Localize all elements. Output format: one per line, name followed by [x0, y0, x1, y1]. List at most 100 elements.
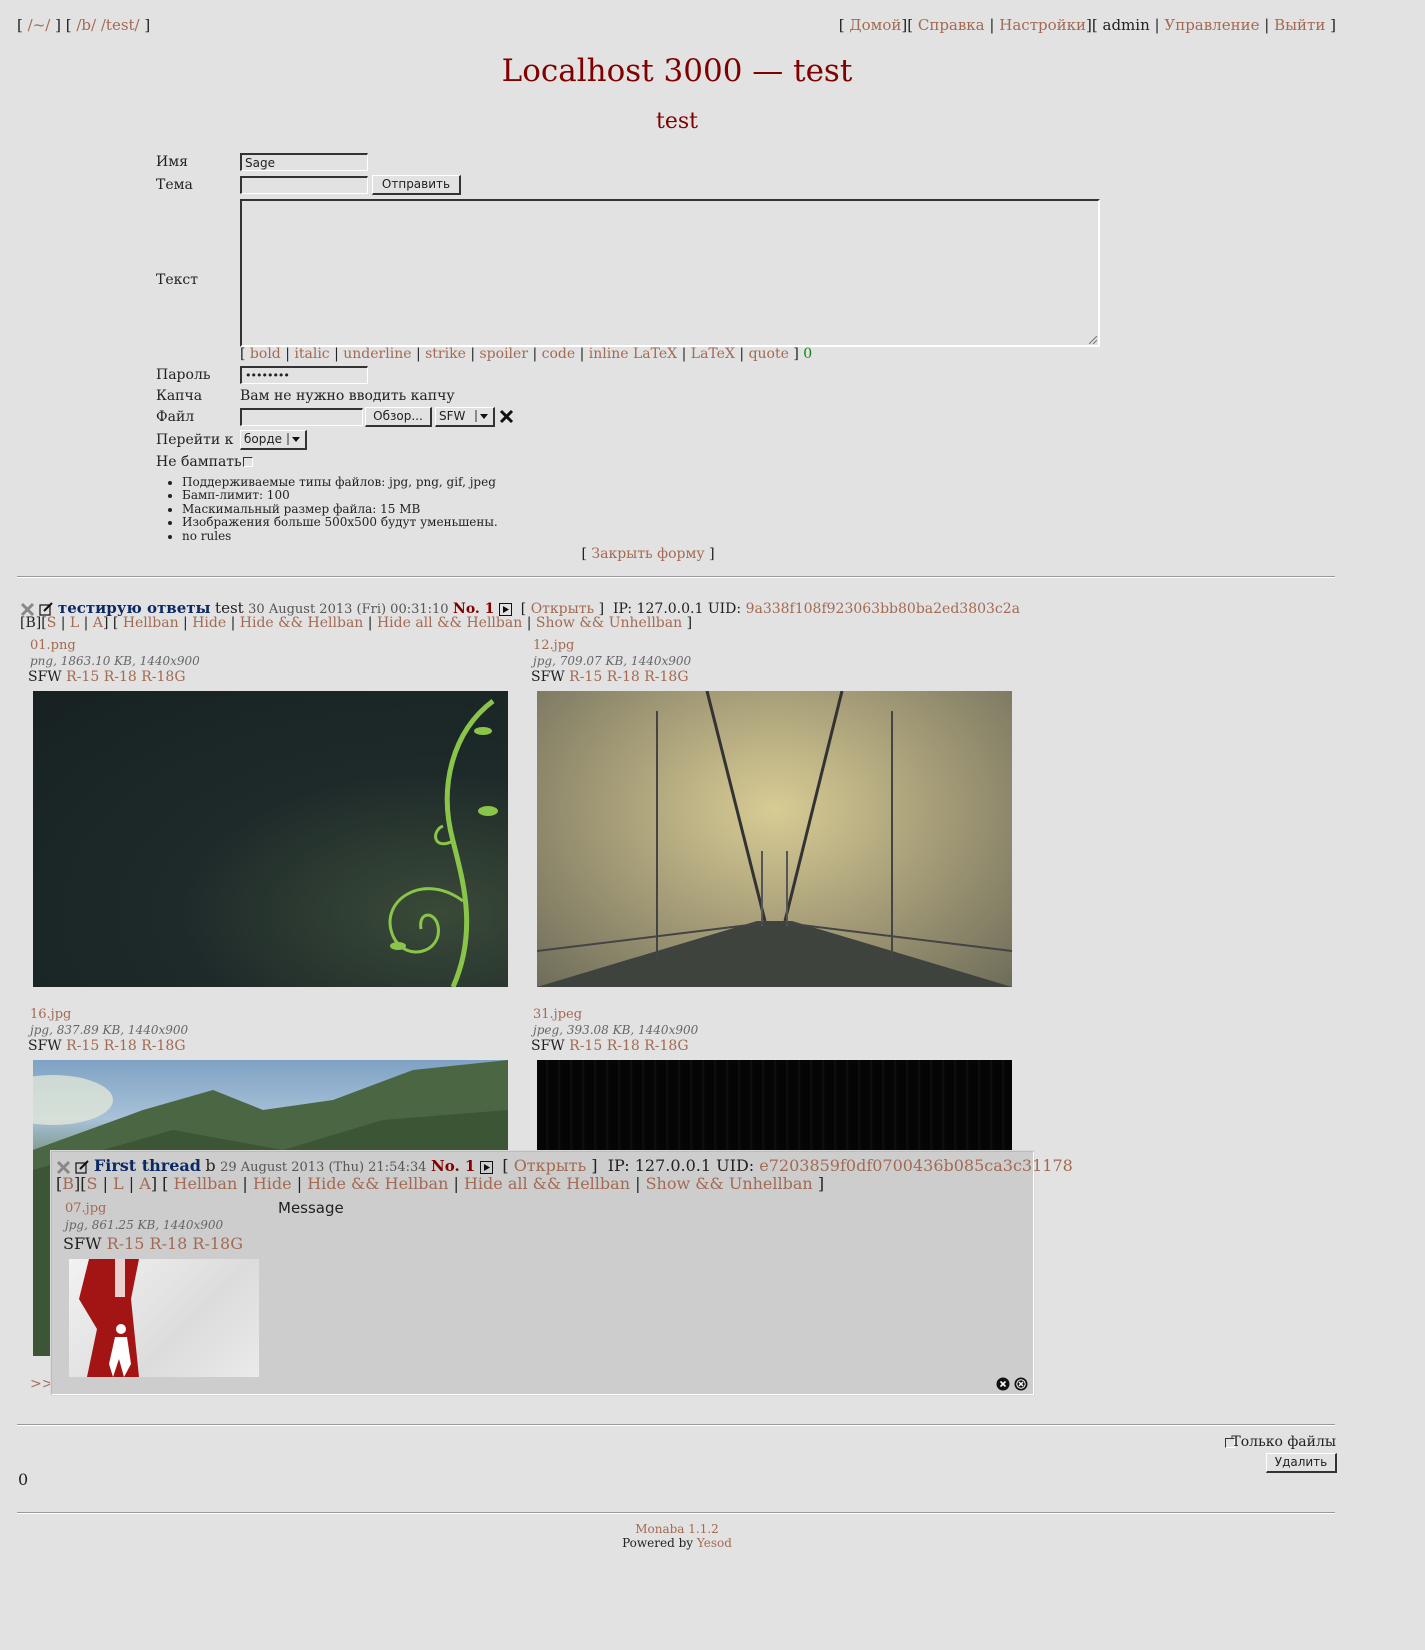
hide-all-hellban-link[interactable]: Hide all && Hellban [464, 1174, 630, 1193]
separator: | [739, 346, 745, 362]
markup-code-link[interactable]: code [542, 346, 576, 362]
rating-r18g-link[interactable]: R-18G [644, 669, 688, 685]
autosage-link[interactable]: A [139, 1174, 151, 1193]
nav-root-link[interactable]: /~/ [28, 16, 51, 34]
rating-select[interactable]: SFW [435, 407, 495, 427]
rating-r18g-link[interactable]: R-18G [141, 669, 185, 685]
rating-r18-link[interactable]: R-18 [104, 669, 137, 685]
ban-link[interactable]: B [25, 615, 35, 631]
delete-button[interactable]: Удалить [1266, 1453, 1337, 1473]
clear-file-icon[interactable] [499, 409, 514, 424]
separator: | [579, 346, 585, 362]
rating-r18-link[interactable]: R-18 [150, 1234, 188, 1253]
rating-r18-link[interactable]: R-18 [607, 669, 640, 685]
autosage-link[interactable]: A [93, 615, 103, 631]
engine-link[interactable]: Monaba 1.1.2 [635, 1522, 719, 1536]
nav-manage-link[interactable]: Управление [1164, 16, 1259, 34]
post-uid-link[interactable]: 9a338f108f923063bb80ba2ed3803c2a [746, 601, 1020, 617]
markup-underline-link[interactable]: underline [343, 346, 411, 362]
file-rating: SFW R-15 R-18 R-18G [63, 1234, 243, 1253]
rating-r15-link[interactable]: R-15 [569, 669, 602, 685]
file-name-link[interactable]: 31.jpeg [533, 1007, 582, 1022]
file-name-link[interactable]: 07.jpg [65, 1201, 106, 1216]
play-icon[interactable] [479, 1160, 493, 1174]
nav-test-link[interactable]: /test/ [101, 16, 140, 34]
hide-hellban-link[interactable]: Hide && Hellban [307, 1174, 448, 1193]
rating-r18-link[interactable]: R-18 [104, 1038, 137, 1054]
rating-r15-link[interactable]: R-15 [569, 1038, 602, 1054]
close-all-icon[interactable] [1014, 1377, 1028, 1391]
hellban-link[interactable]: Hellban [123, 615, 179, 631]
show-unhellban-link[interactable]: Show && Unhellban [646, 1174, 813, 1193]
edit-post-icon[interactable] [39, 602, 54, 616]
subject-field[interactable] [240, 176, 368, 194]
markup-latex-link[interactable]: LaTeX [691, 346, 735, 362]
chevron-down-icon [287, 433, 300, 445]
password-field[interactable]: •••••••• [240, 366, 368, 384]
browse-button[interactable]: Обзор... [365, 407, 432, 427]
hide-link[interactable]: Hide [192, 615, 226, 631]
nobump-checkbox[interactable] [243, 457, 253, 467]
rating-r15-link[interactable]: R-15 [107, 1234, 145, 1253]
rating-r18-link[interactable]: R-18 [607, 1038, 640, 1054]
markup-italic-link[interactable]: italic [294, 346, 329, 362]
file-path-field[interactable] [240, 408, 363, 426]
only-files-label: Только файлы [1231, 1434, 1336, 1450]
hide-link[interactable]: Hide [253, 1174, 292, 1193]
post-uid-link[interactable]: e7203859f0df0700436b085ca3c31178 [759, 1156, 1073, 1175]
nav-logout-link[interactable]: Выйти [1274, 16, 1325, 34]
lock-link[interactable]: L [70, 615, 79, 631]
markup-bold-link[interactable]: bold [250, 346, 281, 362]
markup-spoiler-link[interactable]: spoiler [480, 346, 529, 362]
lock-link[interactable]: L [113, 1174, 124, 1193]
show-unhellban-link[interactable]: Show && Unhellban [536, 615, 682, 631]
markup-quote-link[interactable]: quote [749, 346, 789, 362]
nav-help-link[interactable]: Справка [918, 16, 985, 34]
bracket: ] [ [55, 16, 72, 34]
rating-r18g-link[interactable]: R-18G [141, 1038, 185, 1054]
edit-post-icon[interactable] [75, 1160, 90, 1174]
sticky-link[interactable]: S [87, 1174, 98, 1193]
thumbnail-01[interactable] [33, 691, 508, 987]
play-icon[interactable] [498, 602, 512, 616]
markup-inline-latex-link[interactable]: inline LaTeX [589, 346, 677, 362]
rating-r15-link[interactable]: R-15 [66, 1038, 99, 1054]
separator: | [183, 615, 188, 631]
message-textarea[interactable] [240, 199, 1100, 347]
post-number-link[interactable]: No. 1 [431, 1157, 475, 1175]
divider [17, 1424, 1335, 1426]
sticky-link[interactable]: S [47, 615, 57, 631]
nav-b-link[interactable]: /b/ [76, 16, 96, 34]
nav-home-link[interactable]: Домой [849, 16, 901, 34]
resize-handle-icon[interactable] [1089, 336, 1097, 344]
separator: | [334, 346, 339, 362]
bracket: ] [150, 1174, 158, 1193]
separator: | [532, 346, 538, 362]
divider [17, 576, 1335, 578]
goto-select[interactable]: борде [240, 430, 307, 450]
name-field[interactable]: Sage [240, 153, 368, 171]
file-name-link[interactable]: 01.png [30, 638, 76, 653]
nav-settings-link[interactable]: Настройки [999, 16, 1086, 34]
file-name-link[interactable]: 16.jpg [30, 1007, 71, 1022]
yesod-link[interactable]: Yesod [697, 1536, 732, 1550]
rating-r15-link[interactable]: R-15 [66, 669, 99, 685]
close-form-link[interactable]: Закрыть форму [591, 546, 704, 562]
goto-label: Перейти к [156, 432, 234, 448]
thumbnail-12[interactable] [537, 691, 1012, 987]
rating-r18g-link[interactable]: R-18G [192, 1234, 243, 1253]
ban-link[interactable]: B [62, 1174, 74, 1193]
thumbnail-07[interactable] [69, 1259, 259, 1377]
hide-hellban-link[interactable]: Hide && Hellban [240, 615, 364, 631]
submit-button[interactable]: Отправить [372, 175, 461, 195]
hellban-link[interactable]: Hellban [174, 1174, 238, 1193]
rating-r18g-link[interactable]: R-18G [644, 1038, 688, 1054]
post-preview-popup: First thread b 29 August 2013 (Thu) 21:5… [51, 1151, 1073, 1395]
reply-link[interactable]: >> [30, 1376, 53, 1392]
markup-strike-link[interactable]: strike [425, 346, 466, 362]
open-thread-link[interactable]: Открыть [514, 1156, 587, 1175]
hide-all-hellban-link[interactable]: Hide all && Hellban [377, 615, 522, 631]
file-name-link[interactable]: 12.jpg [533, 638, 574, 653]
delete-post-icon[interactable] [56, 1160, 71, 1175]
close-icon[interactable] [996, 1377, 1010, 1391]
